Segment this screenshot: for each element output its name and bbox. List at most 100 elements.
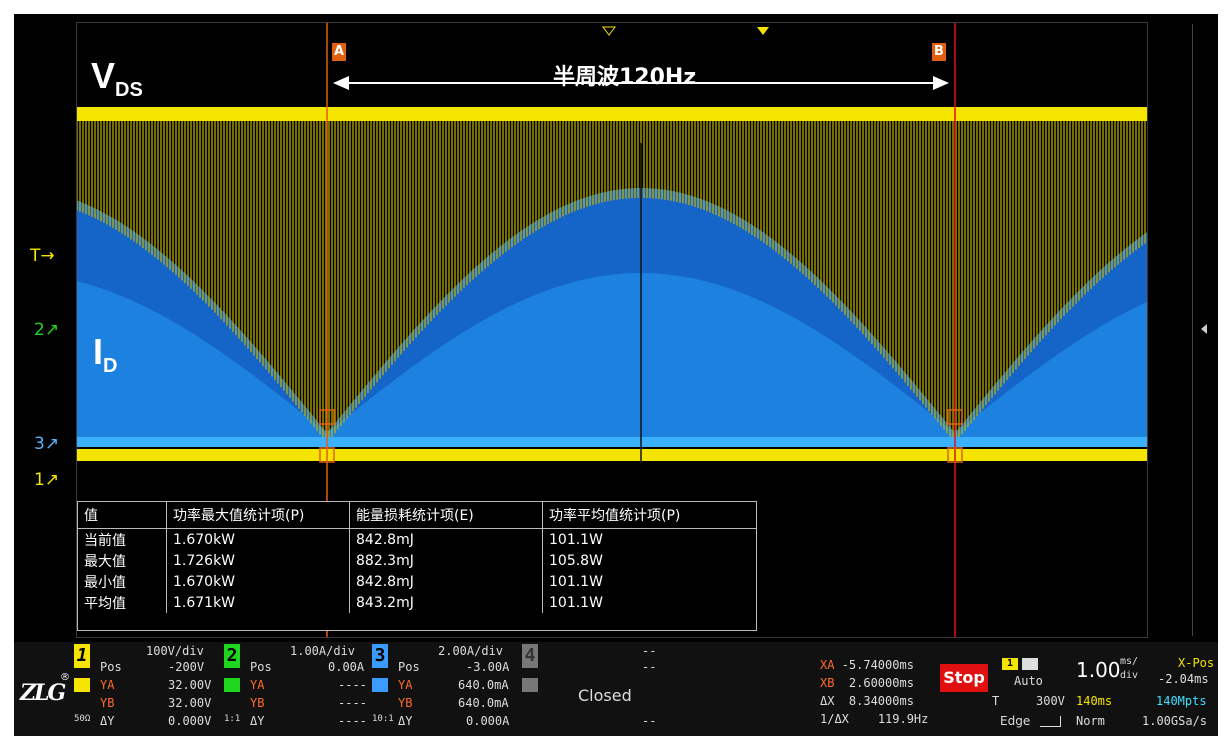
channel-1-yb-label: YB xyxy=(100,696,115,710)
status-bar: ZLG ® 1 100V/div Pos -200V YA 32.00V YB … xyxy=(14,642,1218,736)
vds-baseline-band xyxy=(77,449,1147,461)
timebase-value[interactable]: 1.00 xyxy=(1076,658,1121,682)
table-header-row: 值 功率最大值统计项(P) 能量损耗统计项(E) 功率平均值统计项(P) xyxy=(78,502,756,529)
vds-top-band xyxy=(77,107,1147,121)
channel-3-pos-label: Pos xyxy=(398,660,420,674)
record-points: 140Mpts xyxy=(1156,694,1207,708)
table-cell: 1.670kW xyxy=(166,528,350,550)
table-cell: 101.1W xyxy=(542,571,756,592)
header-cell: 能量损耗统计项(E) xyxy=(349,502,543,529)
channel-1-yb: 32.00V xyxy=(168,696,212,710)
channel-1-dy: 0.000V xyxy=(168,714,212,728)
xpos-value[interactable]: -2.04ms xyxy=(1158,672,1209,686)
cursor-b-flag[interactable]: B xyxy=(932,43,946,61)
channel-3-scale[interactable]: 2.00A/div xyxy=(438,644,503,658)
zlg-logo: ZLG xyxy=(20,680,66,706)
channel-2-badge[interactable]: 2 xyxy=(224,644,240,668)
table-row: 最大值 1.726kW 882.3mJ 105.8W xyxy=(78,550,756,571)
cursor-xa-value: -5.74000ms xyxy=(841,658,914,672)
channel-3-badge[interactable]: 3 xyxy=(372,644,388,668)
table-cell: 842.8mJ xyxy=(349,528,543,550)
header-cell: 值 xyxy=(78,502,167,529)
table-cell: 105.8W xyxy=(542,550,756,571)
channel-1-marker-label: 1 xyxy=(34,470,45,490)
arrow-right-head xyxy=(933,76,949,90)
header-cell: 功率平均值统计项(P) xyxy=(542,502,756,529)
channel-3-pos[interactable]: -3.00A xyxy=(466,660,509,674)
channel-1-coupling-icon xyxy=(74,678,90,692)
channel-1-badge[interactable]: 1 xyxy=(74,644,90,668)
cursor-xb-label: XB xyxy=(820,676,835,690)
table-row: 当前值 1.670kW 842.8mJ 101.1W xyxy=(78,528,756,550)
table-cell: 1.670kW xyxy=(166,571,350,592)
channel-1-marker[interactable]: 1↗ xyxy=(34,470,59,490)
table-cell: 882.3mJ xyxy=(349,550,543,571)
cursor-xa-label: XA xyxy=(820,658,835,672)
cursor-inv-dx-label: 1/ΔX xyxy=(820,712,849,726)
trigger-type[interactable]: Edge xyxy=(1000,714,1030,728)
channel-2-marker[interactable]: 2↗ xyxy=(34,320,59,340)
channel-2-yb: ---- xyxy=(338,696,367,710)
cursor-readout[interactable]: XA -5.74000ms XB 2.60000ms ΔX 8.34000ms … xyxy=(818,656,936,736)
channel-3-marker[interactable]: 3↗ xyxy=(34,434,59,454)
channel-2-pos[interactable]: 0.00A xyxy=(328,660,364,674)
vds-label: VDS xyxy=(91,55,143,102)
channel-1-ya: 32.00V xyxy=(168,678,212,692)
run-stop-button[interactable]: Stop xyxy=(940,664,988,692)
cursor-dx-label: ΔX xyxy=(820,694,835,708)
trigger-source-badge[interactable]: 1 xyxy=(1002,658,1018,670)
channel-4-coupling-icon xyxy=(522,678,538,692)
oscilloscope-screenshot: T→ 2↗ 3↗ 1↗ VDS ID 半周波120Hz A B 值 功率最大值统… xyxy=(0,0,1232,742)
channel-2-ya: ---- xyxy=(338,678,367,692)
channel-2-dy: ---- xyxy=(338,714,367,728)
channel-3-panel[interactable]: 3 2.00A/div Pos -3.00A YA 640.0mA YB 640… xyxy=(372,642,518,736)
table-cell: 当前值 xyxy=(84,532,126,549)
channel-2-coupling-icon xyxy=(224,678,240,692)
header-cell: 功率最大值统计项(P) xyxy=(166,502,350,529)
channel-1-impedance: 50Ω xyxy=(74,714,91,724)
channel-2-marker-label: 2 xyxy=(34,320,45,340)
channel-1-dy-label: ΔY xyxy=(100,714,115,728)
cursor-inv-dx-value: 119.9Hz xyxy=(877,712,929,726)
side-menu-collapsed[interactable] xyxy=(1192,24,1218,636)
xpos-label: X-Pos xyxy=(1178,656,1215,670)
acquisition-mode[interactable]: Norm xyxy=(1076,714,1105,728)
channel-4-panel[interactable]: 4 -- -- Closed -- xyxy=(522,642,668,736)
channel-4-badge[interactable]: 4 xyxy=(522,644,538,668)
channel-1-pos[interactable]: -200V xyxy=(168,660,204,674)
trigger-level-marker[interactable]: T→ xyxy=(30,246,55,266)
cursor-a-flag[interactable]: A xyxy=(332,43,346,61)
channel-2-panel[interactable]: 2 1.00A/div Pos 0.00A YA ---- YB ---- 1:… xyxy=(224,642,370,736)
timebase-panel[interactable]: 1.00 ms/ div X-Pos -2.04ms 140ms 140Mpts… xyxy=(1074,656,1216,736)
trigger-mode[interactable]: Auto xyxy=(1014,674,1043,688)
table-cell: 101.1W xyxy=(542,528,756,550)
channel-1-panel[interactable]: 1 100V/div Pos -200V YA 32.00V YB 32.00V… xyxy=(74,642,220,736)
channel-1-ya-label: YA xyxy=(100,678,115,692)
waveform-plot-area[interactable]: VDS ID 半周波120Hz A B 值 功率最大值统计项(P) 能量损耗统计… xyxy=(76,22,1148,638)
timebase-unit-bottom: div xyxy=(1120,670,1139,681)
trigger-delay-marker xyxy=(757,27,769,35)
trigger-marker-label: T xyxy=(30,246,41,266)
channel-2-ya-label: YA xyxy=(250,678,265,692)
table-cell: 843.2mJ xyxy=(349,592,543,613)
id-label: ID xyxy=(93,331,118,378)
channel-1-scale[interactable]: 100V/div xyxy=(146,644,204,658)
expand-arrow-icon[interactable] xyxy=(1201,324,1207,334)
trigger-label: T xyxy=(992,694,1000,708)
channel-4-pos: -- xyxy=(642,660,657,674)
trigger-level[interactable]: 300V xyxy=(1036,694,1065,708)
table-cell: 1.671kW xyxy=(166,592,350,613)
table-row: 平均值 1.671kW 843.2mJ 101.1W xyxy=(78,592,756,613)
trigger-panel[interactable]: 1 Auto T 300V Edge xyxy=(990,656,1070,736)
table-cell: 101.1W xyxy=(542,592,756,613)
half-wave-label: 半周波120Hz xyxy=(553,65,697,90)
table-row: 最小值 1.670kW 842.8mJ 101.1W xyxy=(78,571,756,592)
channel-1-pos-label: Pos xyxy=(100,660,122,674)
channel-2-impedance: 1:1 xyxy=(224,714,241,724)
table-cell: 平均值 xyxy=(84,595,126,612)
arrow-left-head xyxy=(333,76,349,90)
channel-3-yb-label: YB xyxy=(398,696,413,710)
oscilloscope-display: T→ 2↗ 3↗ 1↗ VDS ID 半周波120Hz A B 值 功率最大值统… xyxy=(14,14,1218,736)
channel-4-state: Closed xyxy=(578,686,632,705)
channel-2-scale[interactable]: 1.00A/div xyxy=(290,644,355,658)
